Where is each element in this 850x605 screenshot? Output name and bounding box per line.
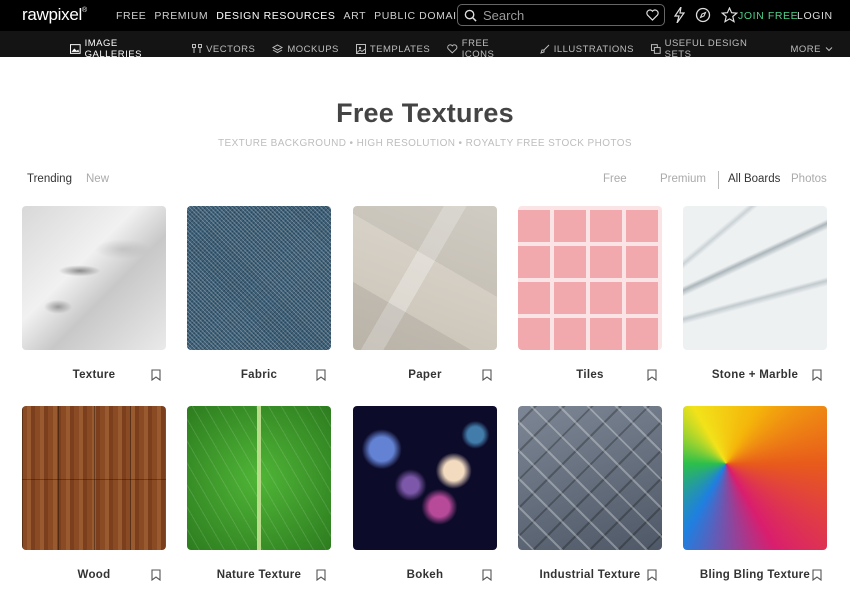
board-card-nature-texture[interactable]: Nature Texture bbox=[187, 406, 331, 581]
board-title[interactable]: Fabric bbox=[187, 369, 331, 381]
search-input[interactable] bbox=[483, 7, 633, 23]
bookmark-icon[interactable] bbox=[812, 369, 822, 381]
filter-all-boards[interactable]: All Boards bbox=[728, 173, 780, 185]
nav-free[interactable]: FREE bbox=[116, 10, 146, 22]
board-title[interactable]: Industrial Texture bbox=[518, 569, 662, 581]
board-card-industrial-texture[interactable]: Industrial Texture bbox=[518, 406, 662, 581]
board-thumbnail[interactable] bbox=[353, 406, 497, 550]
board-thumbnail[interactable] bbox=[518, 406, 662, 550]
image-icon bbox=[70, 44, 81, 54]
board-title[interactable]: Paper bbox=[353, 369, 497, 381]
board-card-paper[interactable]: Paper bbox=[353, 206, 497, 381]
top-nav: FREE PREMIUM DESIGN RESOURCES ART PUBLIC… bbox=[116, 10, 465, 22]
filter-photos[interactable]: Photos bbox=[791, 173, 827, 185]
chevron-down-icon bbox=[825, 47, 833, 52]
board-card-bokeh[interactable]: Bokeh bbox=[353, 406, 497, 581]
board-card-fabric[interactable]: Fabric bbox=[187, 206, 331, 381]
nav-design-resources[interactable]: DESIGN RESOURCES bbox=[216, 10, 335, 22]
board-thumbnail[interactable] bbox=[22, 406, 166, 550]
subnav-more[interactable]: MORE bbox=[791, 38, 834, 60]
board-title[interactable]: Tiles bbox=[518, 369, 662, 381]
board-title[interactable]: Texture bbox=[22, 369, 166, 381]
filter-free[interactable]: Free bbox=[603, 173, 627, 185]
subnav-mockups[interactable]: MOCKUPS bbox=[272, 38, 339, 60]
filter-premium[interactable]: Premium bbox=[660, 173, 706, 185]
subnav-label: VECTORS bbox=[206, 43, 256, 55]
template-icon bbox=[355, 44, 366, 54]
top-icons bbox=[674, 7, 738, 23]
subnav-illustrations[interactable]: ILLUSTRATIONS bbox=[539, 38, 634, 60]
filter-divider bbox=[718, 171, 719, 189]
board-thumbnail[interactable] bbox=[353, 206, 497, 350]
subnav-image-galleries[interactable]: IMAGE GALLERIES bbox=[70, 38, 175, 60]
subnav-label: MOCKUPS bbox=[287, 43, 339, 55]
bolt-icon[interactable] bbox=[674, 7, 685, 23]
board-thumbnail[interactable] bbox=[683, 206, 827, 350]
bookmark-icon[interactable] bbox=[482, 369, 492, 381]
board-card-stone-marble[interactable]: Stone + Marble bbox=[683, 206, 827, 381]
board-thumbnail[interactable] bbox=[518, 206, 662, 350]
subnav-templates[interactable]: TEMPLATES bbox=[355, 38, 431, 60]
board-title[interactable]: Bling Bling Texture bbox=[683, 569, 827, 581]
board-title[interactable]: Bokeh bbox=[353, 569, 497, 581]
subnav-label: FREE ICONS bbox=[461, 38, 495, 60]
star-icon[interactable] bbox=[721, 7, 738, 23]
bookmark-icon[interactable] bbox=[151, 569, 161, 581]
heart-icon[interactable] bbox=[646, 9, 659, 21]
category-bar: IMAGE GALLERIES VECTORS MOCKUPS TEMPLATE… bbox=[0, 31, 850, 60]
filter-new[interactable]: New bbox=[86, 173, 109, 185]
page-subtitle: TEXTURE BACKGROUND • HIGH RESOLUTION • R… bbox=[218, 138, 632, 149]
brush-icon bbox=[539, 44, 550, 54]
page-title: Free Textures bbox=[336, 98, 514, 128]
vector-icon bbox=[192, 44, 203, 53]
subnav-label: TEMPLATES bbox=[369, 43, 431, 55]
bookmark-icon[interactable] bbox=[647, 369, 657, 381]
copy-icon bbox=[650, 44, 661, 54]
board-card-bling-bling-texture[interactable]: Bling Bling Texture bbox=[683, 406, 827, 581]
board-title[interactable]: Wood bbox=[22, 569, 166, 581]
board-card-wood[interactable]: Wood bbox=[22, 406, 166, 581]
bookmark-icon[interactable] bbox=[316, 569, 326, 581]
bookmark-icon[interactable] bbox=[482, 569, 492, 581]
bookmark-icon[interactable] bbox=[647, 569, 657, 581]
board-card-texture[interactable]: Texture bbox=[22, 206, 166, 381]
layers-icon bbox=[272, 44, 284, 54]
login-link[interactable]: LOGIN bbox=[797, 10, 833, 22]
nav-art[interactable]: ART bbox=[344, 10, 367, 22]
search-icon bbox=[464, 9, 477, 22]
subnav-label: IMAGE GALLERIES bbox=[84, 38, 142, 60]
search-box bbox=[457, 4, 665, 26]
logo-text: rawpixel bbox=[22, 5, 82, 24]
filter-trending[interactable]: Trending bbox=[27, 173, 72, 185]
board-thumbnail[interactable] bbox=[683, 406, 827, 550]
subnav-label: ILLUSTRATIONS bbox=[553, 43, 634, 55]
board-thumbnail[interactable] bbox=[187, 406, 331, 550]
board-thumbnail[interactable] bbox=[22, 206, 166, 350]
subnav-useful-design-sets[interactable]: USEFUL DESIGN SETS bbox=[650, 38, 774, 60]
nav-public-domain[interactable]: PUBLIC DOMAIN bbox=[374, 10, 465, 22]
bookmark-icon[interactable] bbox=[812, 569, 822, 581]
board-card-tiles[interactable]: Tiles bbox=[518, 206, 662, 381]
subnav-free-icons[interactable]: FREE ICONS bbox=[447, 38, 523, 60]
top-navbar: rawpixel® FREE PREMIUM DESIGN RESOURCES … bbox=[0, 0, 850, 31]
bookmark-icon[interactable] bbox=[316, 369, 326, 381]
board-thumbnail[interactable] bbox=[187, 206, 331, 350]
board-title[interactable]: Stone + Marble bbox=[683, 369, 827, 381]
logo-mark: ® bbox=[81, 7, 87, 14]
board-title[interactable]: Nature Texture bbox=[187, 569, 331, 581]
rawpixel-logo[interactable]: rawpixel® bbox=[22, 5, 87, 25]
category-nav: IMAGE GALLERIES VECTORS MOCKUPS TEMPLATE… bbox=[70, 38, 850, 60]
subnav-vectors[interactable]: VECTORS bbox=[192, 38, 255, 60]
join-free-link[interactable]: JOIN FREE bbox=[738, 10, 798, 22]
subnav-label: MORE bbox=[790, 43, 821, 55]
subnav-label: USEFUL DESIGN SETS bbox=[664, 38, 748, 60]
heart-icon bbox=[447, 44, 458, 54]
bookmark-icon[interactable] bbox=[151, 369, 161, 381]
nav-premium[interactable]: PREMIUM bbox=[154, 10, 208, 22]
compass-icon[interactable] bbox=[695, 7, 711, 23]
